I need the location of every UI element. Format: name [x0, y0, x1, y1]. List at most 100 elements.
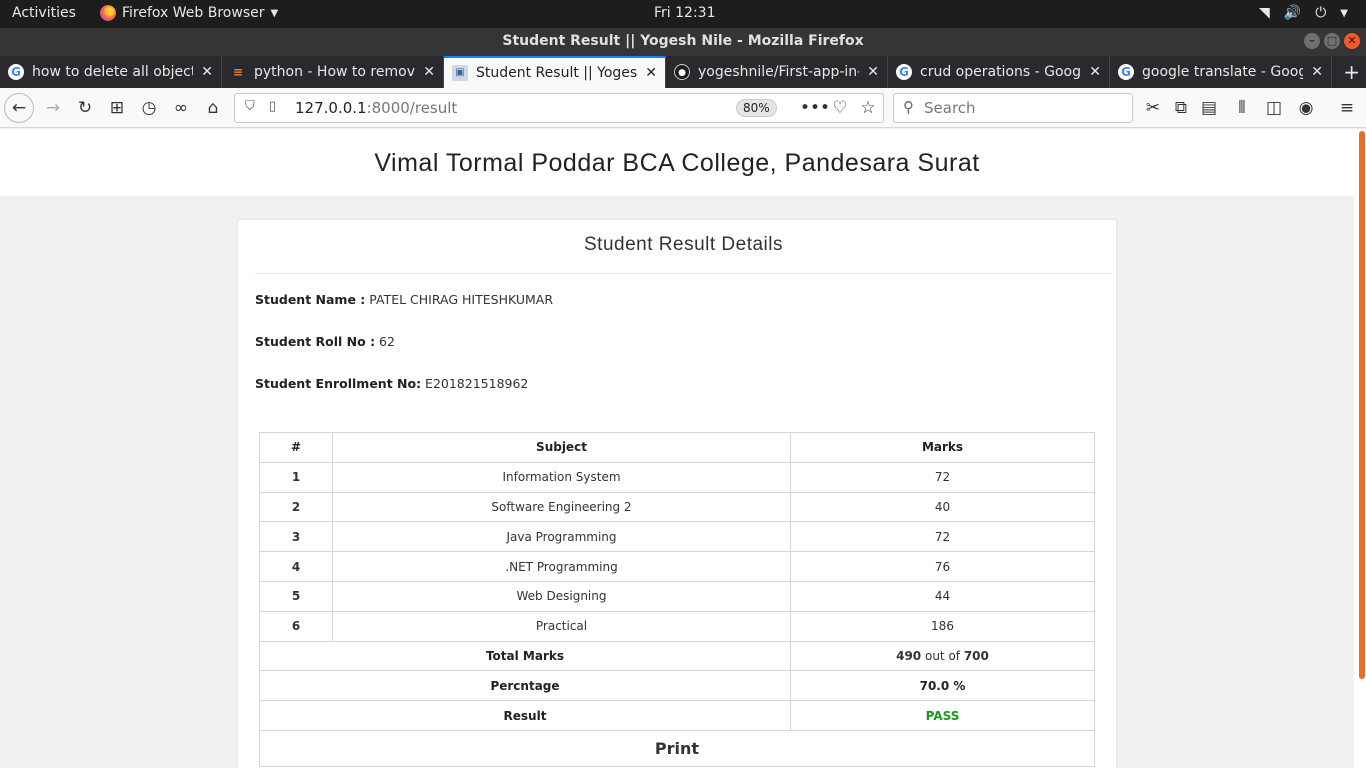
private-browsing-icon[interactable]: ∞: [170, 98, 192, 118]
close-tab-icon[interactable]: ✕: [1089, 64, 1101, 80]
print-button[interactable]: Print: [259, 729, 1095, 767]
print-row: Print: [259, 729, 1095, 767]
close-tab-icon[interactable]: ✕: [423, 64, 435, 80]
result-card: Student Result Details Student Name : PA…: [238, 220, 1116, 768]
table-row: 6 Practical 186: [259, 610, 1095, 642]
close-window-button[interactable]: ✕: [1344, 33, 1360, 49]
google-icon: G: [896, 64, 912, 80]
system-tray[interactable]: ◥ 🔊 ⏻ ▼: [1259, 5, 1348, 23]
chevron-down-icon: ▼: [270, 7, 279, 19]
search-icon: ⚲: [903, 98, 914, 116]
row-marks: 186: [790, 610, 1095, 642]
card-title: Student Result Details: [255, 220, 1112, 274]
row-index: 6: [259, 610, 333, 642]
total-obtained: 490: [896, 648, 922, 663]
student-enrollment-value: E201821518962: [421, 376, 529, 391]
row-marks: 76: [790, 551, 1095, 582]
row-index: 5: [259, 580, 333, 612]
scrollbar-thumb[interactable]: [1359, 131, 1365, 679]
back-button[interactable]: ←: [4, 93, 34, 123]
activities-button[interactable]: Activities: [12, 5, 76, 21]
result-status-badge: PASS: [790, 700, 1095, 731]
table-row: 5 Web Designing 44: [259, 580, 1095, 612]
row-index: 4: [259, 551, 333, 582]
tab-student-result[interactable]: ▣ Student Result || Yogesh ✕: [444, 56, 666, 88]
tab-github[interactable]: ● yogeshnile/First-app-in- ✕: [666, 56, 888, 88]
url-path: :8000/result: [366, 99, 458, 117]
sidebar-icon[interactable]: ◫: [1263, 98, 1285, 118]
close-tab-icon[interactable]: ✕: [867, 64, 879, 80]
search-input[interactable]: [924, 98, 1124, 118]
pocket-icon[interactable]: ♡: [829, 98, 851, 118]
total-max: 700: [963, 648, 989, 663]
maximize-button[interactable]: □: [1324, 33, 1340, 49]
reload-button[interactable]: ↻: [74, 98, 96, 118]
row-subject: Software Engineering 2: [332, 491, 791, 523]
search-box[interactable]: ⚲: [893, 93, 1133, 123]
row-marks: 44: [790, 580, 1095, 612]
page-viewport: Vimal Tormal Poddar BCA College, Pandesa…: [0, 129, 1354, 768]
student-name-label: Student Name :: [255, 292, 366, 307]
system-top-bar: Activities Firefox Web Browser ▼ Fri 12:…: [0, 0, 1366, 28]
forward-button[interactable]: →: [42, 98, 64, 118]
close-tab-icon[interactable]: ✕: [201, 64, 213, 80]
tab-title: Student Result || Yogesh: [476, 65, 638, 81]
history-icon[interactable]: ◷: [138, 98, 160, 118]
window-title-bar: Student Result || Yogesh Nile - Mozilla …: [0, 28, 1366, 56]
tab-python-remove[interactable]: ≡ python - How to remove ✕: [222, 56, 444, 88]
tab-strip: G how to delete all objects ✕ ≡ python -…: [0, 56, 1366, 88]
app-menu-label: Firefox Web Browser: [122, 5, 265, 21]
student-name-line: Student Name : PATEL CHIRAG HITESHKUMAR: [255, 292, 553, 307]
student-name-value: PATEL CHIRAG HITESHKUMAR: [365, 292, 554, 307]
table-row: 1 Information System 72: [259, 461, 1095, 493]
minimize-button[interactable]: –: [1304, 33, 1320, 49]
tab-google-translate[interactable]: G google translate - Google ✕: [1110, 56, 1332, 88]
github-icon: ●: [674, 64, 690, 80]
row-marks: 72: [790, 521, 1095, 553]
app-menu[interactable]: Firefox Web Browser ▼: [100, 5, 278, 21]
new-container-tab-icon[interactable]: ⊞: [106, 98, 128, 118]
address-bar[interactable]: ⛉ ▯ 127.0.0.1:8000/result: [234, 93, 884, 123]
volume-icon: 🔊: [1283, 5, 1302, 21]
total-value: 490 out of 700: [790, 640, 1095, 672]
close-tab-icon[interactable]: ✕: [645, 65, 657, 81]
url-text[interactable]: 127.0.0.1:8000/result: [295, 99, 457, 117]
tab-title: crud operations - Google: [920, 64, 1082, 80]
window-title: Student Result || Yogesh Nile - Mozilla …: [502, 33, 864, 49]
home-button[interactable]: ⌂: [202, 98, 224, 118]
page-scrollbar[interactable]: [1354, 129, 1366, 768]
tab-crud-operations[interactable]: G crud operations - Google ✕: [888, 56, 1110, 88]
row-subject: Practical: [332, 610, 791, 642]
account-icon[interactable]: ◉: [1295, 98, 1317, 118]
out-of-text: out of: [921, 648, 964, 663]
bookmark-star-icon[interactable]: ☆: [857, 98, 879, 118]
total-label: Total Marks: [259, 640, 791, 672]
result-label: Result: [259, 700, 791, 731]
copy-icon[interactable]: ⧉: [1170, 98, 1192, 118]
close-tab-icon[interactable]: ✕: [1311, 64, 1323, 80]
table-row: 3 Java Programming 72: [259, 521, 1095, 553]
new-tab-button[interactable]: +: [1343, 60, 1360, 84]
menu-icon[interactable]: ≡: [1336, 98, 1358, 118]
firefox-icon: [100, 5, 116, 21]
table-header-row: # Subject Marks: [259, 432, 1095, 463]
wifi-icon: ◥: [1259, 5, 1270, 21]
paste-icon[interactable]: ▤: [1198, 98, 1220, 118]
zoom-indicator[interactable]: 80%: [736, 99, 777, 117]
tab-title: yogeshnile/First-app-in-: [698, 64, 860, 80]
page-info-icon[interactable]: ▯: [269, 99, 276, 114]
row-subject: Information System: [332, 461, 791, 493]
shield-icon[interactable]: ⛉: [245, 99, 255, 114]
tab-how-to-delete[interactable]: G how to delete all objects ✕: [0, 56, 222, 88]
library-icon[interactable]: ⫴: [1231, 98, 1253, 118]
cut-icon[interactable]: ✂: [1142, 98, 1164, 118]
result-table: # Subject Marks 1 Information System 72 …: [259, 432, 1095, 767]
row-subject: Java Programming: [332, 521, 791, 553]
stackoverflow-icon: ≡: [232, 65, 244, 79]
page-actions-icon[interactable]: •••: [800, 98, 830, 118]
clock[interactable]: Fri 12:31: [654, 5, 715, 21]
google-icon: G: [1118, 64, 1134, 80]
column-header: Subject: [332, 432, 791, 463]
student-enrollment-line: Student Enrollment No: E201821518962: [255, 376, 528, 391]
table-row: 4 .NET Programming 76: [259, 551, 1095, 582]
